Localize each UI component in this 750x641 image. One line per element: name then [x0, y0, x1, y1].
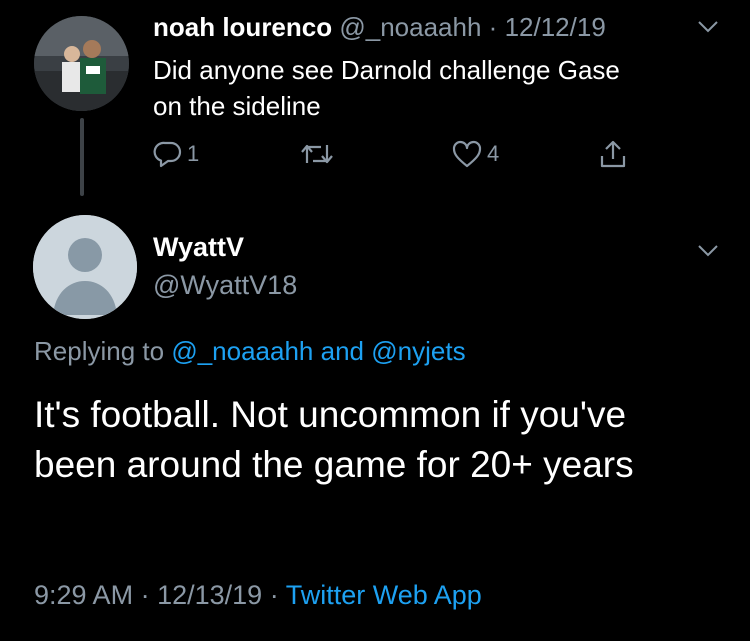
avatar-noah[interactable]: [34, 16, 129, 111]
default-avatar-icon: [33, 215, 137, 319]
reply-body-line: been around the game for 20+ years: [34, 444, 634, 485]
chevron-down-icon[interactable]: [697, 20, 719, 34]
chevron-down-icon[interactable]: [697, 244, 719, 258]
reply-author-name[interactable]: WyattV: [153, 232, 244, 263]
avatar-wyattv[interactable]: [33, 215, 137, 319]
tweet-date[interactable]: 12/12/19: [505, 12, 606, 42]
tweet-body: Did anyone see Darnold challenge Gase on…: [153, 52, 713, 124]
reply-body-line: It's football. Not uncommon if you've: [34, 394, 627, 435]
replying-and[interactable]: and: [321, 336, 364, 366]
meta-separator: ·: [488, 12, 498, 42]
reply-count: 1: [187, 141, 200, 166]
reply-time[interactable]: 9:29 AM: [34, 580, 133, 610]
avatar-photo: [34, 16, 129, 111]
tweet-body-line: Did anyone see Darnold challenge Gase: [153, 55, 620, 85]
like-button[interactable]: 4: [451, 139, 499, 169]
footer-separator: ·: [140, 580, 150, 610]
mention-noaaahh[interactable]: @_noaaahh: [171, 336, 313, 366]
reply-author-handle[interactable]: @WyattV18: [153, 270, 297, 301]
reply-date[interactable]: 12/13/19: [157, 580, 262, 610]
tweet-actions: 1 4: [0, 139, 750, 175]
mention-nyjets[interactable]: @nyjets: [371, 336, 465, 366]
share-button[interactable]: [598, 139, 628, 171]
reply-footer: 9:29 AM · 12/13/19 · Twitter Web App: [34, 580, 482, 611]
retweet-button[interactable]: [299, 139, 335, 169]
author-handle[interactable]: @_noaaahh: [339, 12, 481, 42]
tweet-body-line: on the sideline: [153, 91, 321, 121]
share-icon: [600, 140, 626, 168]
like-icon: [452, 140, 482, 168]
reply-icon: [153, 141, 182, 168]
reply-body: It's football. Not uncommon if you've be…: [34, 390, 724, 490]
source-link[interactable]: Twitter Web App: [286, 580, 482, 610]
author-name[interactable]: noah lourenco: [153, 12, 332, 42]
replying-to: Replying to @_noaaahh and @nyjets: [34, 336, 466, 367]
retweet-icon: [301, 144, 333, 164]
reply-button[interactable]: 1: [153, 139, 199, 169]
replying-prefix: Replying to: [34, 336, 165, 366]
like-count: 4: [487, 141, 500, 166]
tweet-header: noah lourenco @_noaaahh · 12/12/19: [153, 12, 606, 43]
footer-separator: ·: [269, 580, 279, 610]
